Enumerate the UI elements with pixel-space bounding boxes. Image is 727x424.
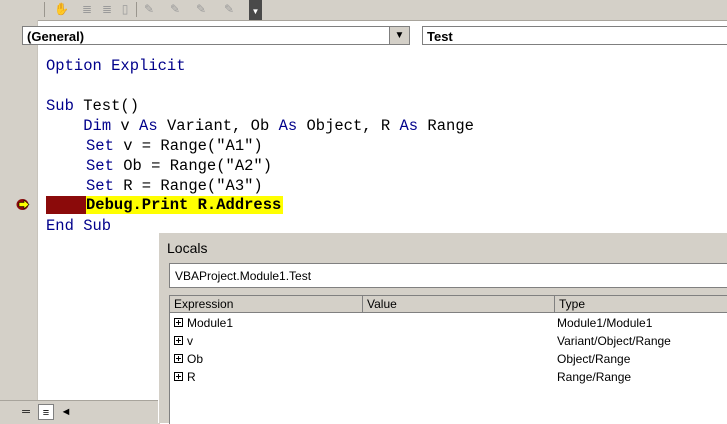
locals-grid: Expression Value Type Module1 Module1/Mo… (169, 295, 727, 424)
expression-cell: Module1 (187, 316, 234, 330)
code-text: v = Range("A1") (113, 137, 263, 155)
code-text: Range (418, 117, 474, 135)
procedure-selector-value: Test (427, 29, 453, 44)
code-text: Object, R (297, 117, 400, 135)
outdent-icon[interactable]: ≣ (100, 2, 114, 16)
code-keyword: Set (86, 157, 114, 175)
current-execution-line[interactable]: Debug.Print R.Address (86, 196, 284, 214)
code-keyword: Set (86, 177, 114, 195)
code-keyword: Set (86, 137, 114, 155)
hand-icon[interactable]: ✋ (54, 2, 69, 16)
chevron-down-icon[interactable]: ▼ (389, 27, 409, 44)
expand-plus-icon[interactable] (174, 354, 183, 363)
procedure-view-button[interactable]: ═ (18, 404, 34, 420)
code-text: Ob = Range("A2") (113, 157, 273, 175)
code-keyword: As (278, 117, 298, 135)
breakpoint-marker[interactable] (46, 196, 86, 214)
code-line[interactable]: Dim v As Variant, Ob As Object, R As Ran… (46, 116, 474, 136)
column-header-expression[interactable]: Expression (170, 296, 363, 313)
locals-context-field[interactable]: VBAProject.Module1.Test (169, 263, 727, 288)
code-keyword: Sub (46, 97, 74, 115)
expand-plus-icon[interactable] (174, 318, 183, 327)
code-line[interactable]: Set v = Range("A1") (86, 136, 263, 156)
locals-row[interactable]: v Variant/Object/Range (170, 333, 727, 351)
edit-toolbar: ✋ ≣ ≣ ▯ ✎ ✎ ✎ ✎ ▼ (0, 0, 727, 21)
code-keyword: Option Explicit (46, 57, 186, 75)
expression-cell: R (187, 370, 196, 384)
object-selector-value: (General) (27, 29, 85, 44)
locals-row[interactable]: Module1 Module1/Module1 (170, 315, 727, 333)
toolbar-overflow-button[interactable]: ▼ (249, 0, 262, 20)
view-bar: ═ ≡ ◄ (0, 400, 160, 424)
expression-cell: v (187, 334, 193, 348)
code-keyword: As (399, 117, 419, 135)
full-module-view-button[interactable]: ≡ (38, 404, 54, 420)
next-bookmark-icon[interactable]: ✎ (168, 2, 182, 16)
locals-window-title: Locals (167, 240, 208, 256)
code-keyword: End Sub (46, 217, 112, 235)
procedure-selector[interactable]: Test (422, 26, 727, 45)
locals-window: Locals VBAProject.Module1.Test Expressio… (158, 232, 727, 424)
expression-cell: Ob (187, 352, 204, 366)
window-margin (0, 20, 11, 400)
code-line[interactable]: Set Ob = Range("A2") (86, 156, 272, 176)
scroll-left-icon[interactable]: ◄ (58, 404, 74, 420)
column-header-type[interactable]: Type (555, 296, 727, 313)
expand-plus-icon[interactable] (174, 336, 183, 345)
type-cell: Variant/Object/Range (557, 334, 671, 348)
code-text: Variant, Ob (157, 117, 279, 135)
column-header-value[interactable]: Value (363, 296, 555, 313)
toggle-breakpoint-icon[interactable]: ▯ (118, 2, 132, 16)
execution-point-arrow-icon (16, 199, 30, 210)
code-line[interactable]: Sub Test() (46, 96, 139, 116)
code-line[interactable]: Option Explicit (46, 56, 186, 76)
type-cell: Module1/Module1 (557, 316, 653, 330)
indent-icon[interactable]: ≣ (80, 2, 94, 16)
toolbar-separator (44, 2, 45, 17)
clear-bookmarks-icon[interactable]: ✎ (222, 2, 236, 16)
code-keyword: As (139, 117, 158, 135)
toolbar-separator (136, 2, 137, 17)
expand-plus-icon[interactable] (174, 372, 183, 381)
locals-row[interactable]: Ob Object/Range (170, 351, 727, 369)
previous-bookmark-icon[interactable]: ✎ (194, 2, 208, 16)
code-line[interactable]: Set R = Range("A3") (86, 176, 263, 196)
code-text: R = Range("A3") (113, 177, 263, 195)
locals-row[interactable]: R Range/Range (170, 369, 727, 387)
type-cell: Object/Range (557, 352, 631, 366)
code-text: v (111, 117, 140, 135)
locals-context-value: VBAProject.Module1.Test (175, 269, 312, 283)
code-text: Test() (73, 97, 140, 115)
bookmark-icon[interactable]: ✎ (142, 2, 156, 16)
object-selector[interactable]: (General) ▼ (22, 26, 410, 45)
type-cell: Range/Range (557, 370, 632, 384)
code-line[interactable]: End Sub (46, 216, 111, 236)
code-keyword: Dim (83, 117, 112, 135)
